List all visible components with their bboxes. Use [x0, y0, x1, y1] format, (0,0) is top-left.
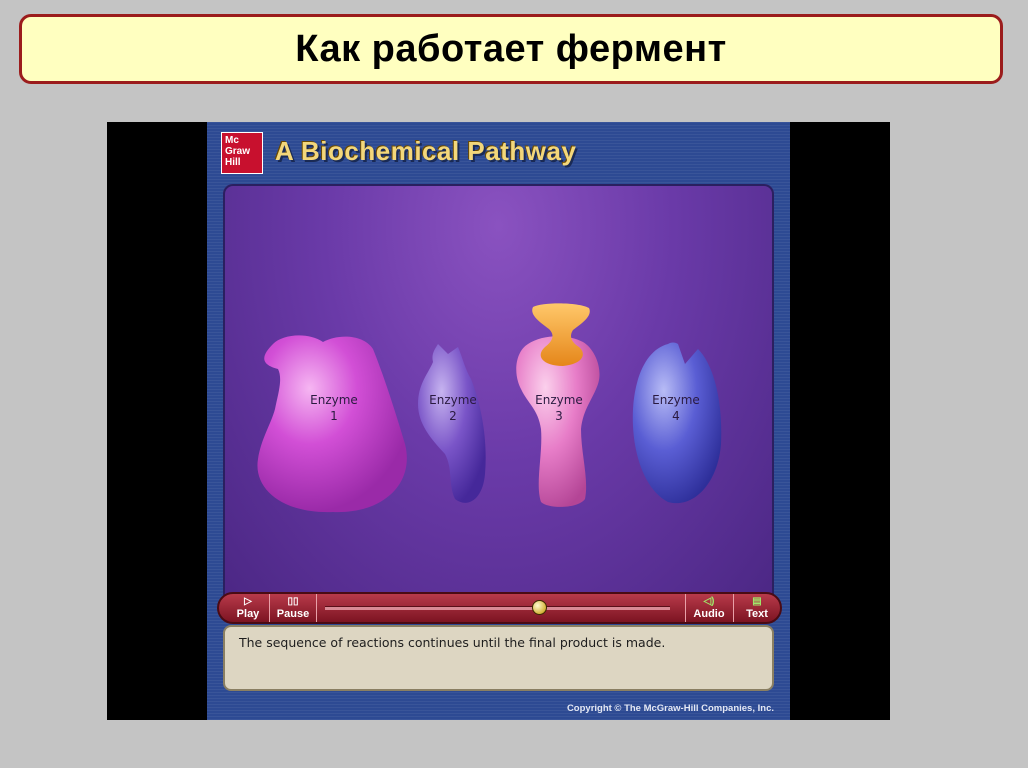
enzyme-1-name: Enzyme [310, 393, 358, 407]
audio-button[interactable]: ◁) Audio [686, 594, 732, 622]
logo-line-3: Hill [225, 157, 241, 168]
progress-track[interactable] [325, 606, 670, 610]
pause-button[interactable]: ▯▯ Pause [270, 594, 316, 622]
play-button[interactable]: ▷ Play [225, 594, 271, 622]
enzyme-2-number: 2 [449, 409, 457, 423]
enzyme-4-number: 4 [672, 409, 680, 423]
control-divider [316, 594, 317, 622]
animation-stage: Mc Graw Hill A Biochemical Pathway Enzym… [207, 122, 790, 720]
logo-line-2: Graw [225, 146, 251, 157]
mcgraw-hill-logo: Mc Graw Hill [221, 132, 263, 174]
copyright-notice: Copyright © The McGraw-Hill Companies, I… [566, 703, 774, 714]
enzyme-2-name: Enzyme [429, 393, 477, 407]
enzyme-3-name: Enzyme [535, 393, 583, 407]
enzyme-3-number: 3 [555, 409, 563, 423]
enzyme-3-label: Enzyme 3 [514, 392, 604, 424]
animation-title: A Biochemical Pathway [275, 136, 577, 166]
play-label: Play [236, 608, 260, 620]
progress-knob[interactable] [531, 600, 547, 615]
audio-label: Audio [693, 608, 725, 620]
play-icon: ▷ [244, 596, 252, 607]
caption-text: The sequence of reactions continues unti… [239, 635, 666, 650]
text-icon: ▤ [752, 596, 762, 607]
caption-panel: The sequence of reactions continues unti… [223, 625, 774, 691]
enzyme-2-label: Enzyme 2 [408, 392, 498, 424]
enzyme-1-number: 1 [330, 409, 338, 423]
text-button[interactable]: ▤ Text [734, 594, 780, 622]
slide-title: Как работает фермент [295, 27, 727, 70]
pause-label: Pause [276, 608, 310, 620]
logo-line-1: Mc [225, 135, 239, 146]
animation-player: Mc Graw Hill A Biochemical Pathway Enzym… [107, 122, 890, 720]
pause-icon: ▯▯ [287, 596, 299, 607]
enzyme-4-name: Enzyme [652, 393, 700, 407]
playback-controls: ▷ Play ▯▯ Pause ◁) Audio ▤ Text [217, 592, 782, 624]
speaker-icon: ◁) [703, 596, 715, 607]
enzyme-scene: Enzyme 1 Enzyme 2 Enzyme 3 Enzyme 4 [223, 184, 774, 604]
slide-title-banner: Как работает фермент [19, 14, 1003, 84]
text-label: Text [746, 608, 768, 620]
enzyme-4-label: Enzyme 4 [631, 392, 721, 424]
enzyme-1-label: Enzyme 1 [289, 392, 379, 424]
